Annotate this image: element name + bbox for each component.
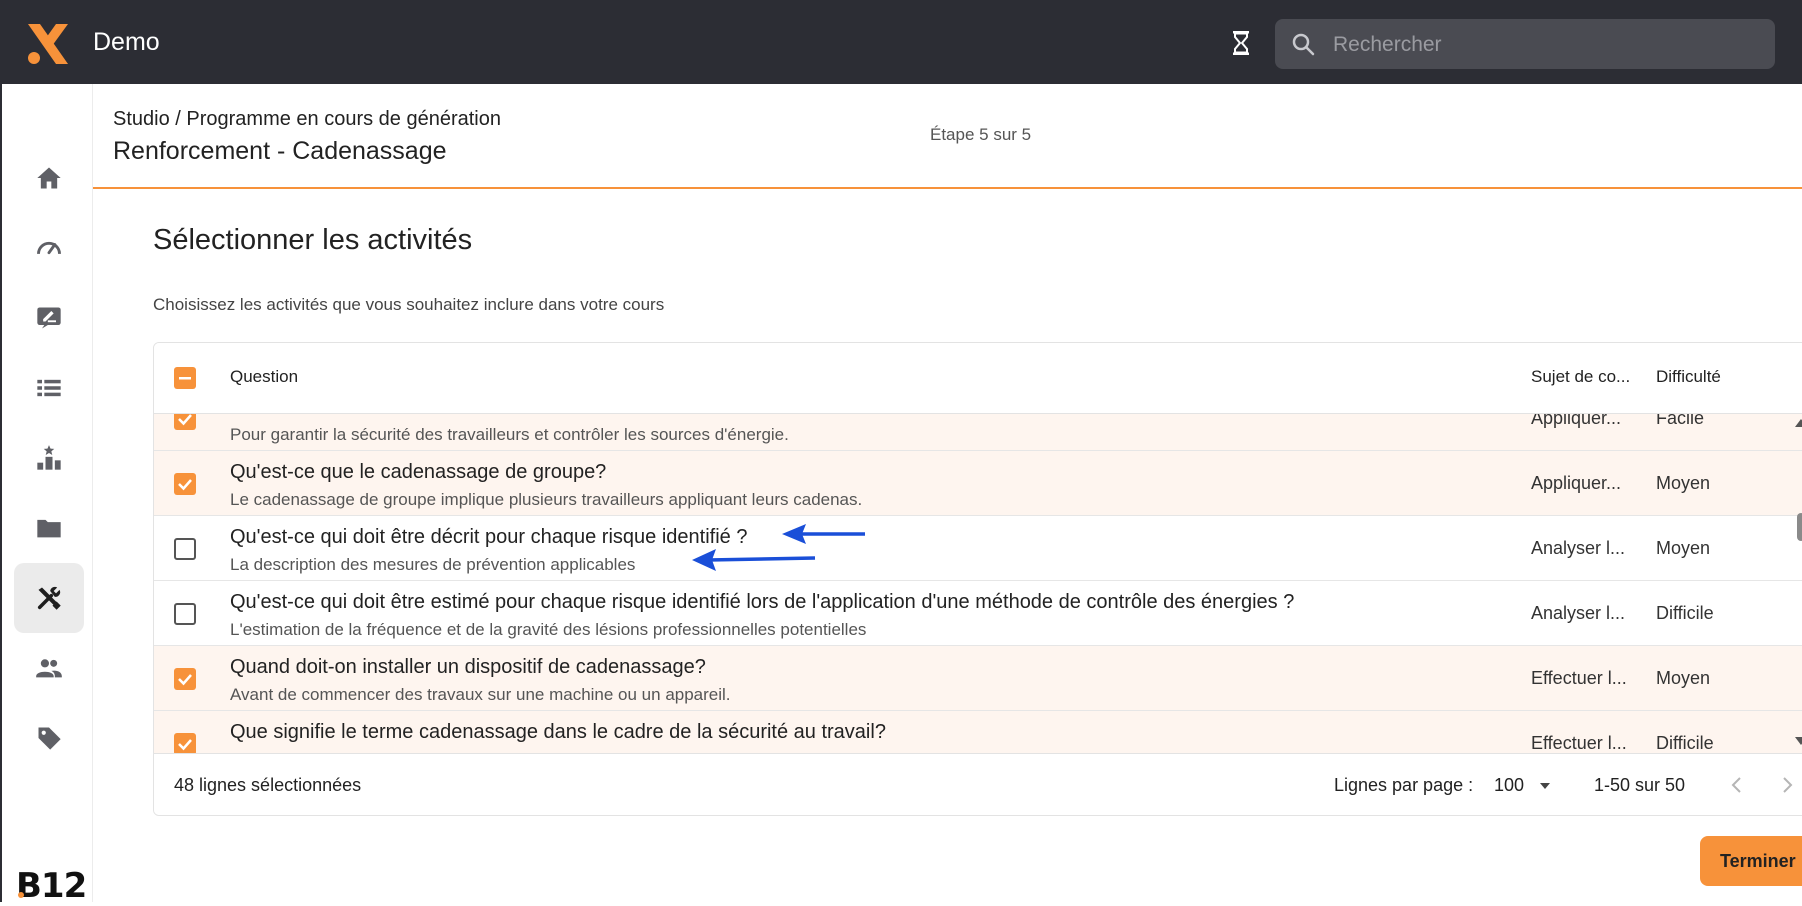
header-divider xyxy=(93,187,1802,189)
row-checkbox[interactable] xyxy=(174,538,196,560)
question-title: Quand doit-on installer un dispositif de… xyxy=(230,656,706,678)
breadcrumb[interactable]: Studio / Programme en cours de génératio… xyxy=(113,108,501,131)
question-difficulty: Moyen xyxy=(1656,473,1711,493)
question-answer: La description des mesures de prévention… xyxy=(230,555,636,574)
sidebar-item-tools[interactable] xyxy=(14,563,84,633)
question-subject: Effectuer l... xyxy=(1531,733,1627,753)
sidebar-item-home[interactable] xyxy=(14,143,84,213)
leaderboard-icon xyxy=(37,445,61,470)
previous-page-icon[interactable] xyxy=(1724,772,1750,798)
table-row[interactable]: Quand doit-on installer un dispositif de… xyxy=(154,646,1802,711)
question-difficulty: Difficile xyxy=(1656,733,1714,753)
edit-note-icon xyxy=(37,307,61,329)
app-logo[interactable] xyxy=(24,20,72,68)
next-page-icon[interactable] xyxy=(1774,772,1800,798)
table-row[interactable]: Qu'est-ce qui doit être décrit pour chaq… xyxy=(154,516,1802,581)
sidebar-item-edit[interactable] xyxy=(14,283,84,353)
pagination-range: 1-50 sur 50 xyxy=(1594,775,1686,795)
brand-logo: B12 xyxy=(16,866,87,906)
sidebar-item-folder[interactable] xyxy=(14,493,84,563)
table-scrollbar[interactable] xyxy=(1794,413,1802,753)
row-checkbox[interactable] xyxy=(174,413,196,430)
question-subject: Analyser l... xyxy=(1531,603,1626,623)
selected-count: 48 lignes sélectionnées xyxy=(174,775,362,795)
people-icon xyxy=(36,659,62,678)
page-title: Renforcement - Cadenassage xyxy=(113,137,447,165)
sidebar-item-people[interactable] xyxy=(14,633,84,703)
table-row[interactable]: Pour garantir la sécurité des travailleu… xyxy=(154,413,1802,451)
home-icon xyxy=(37,167,61,189)
select-all-checkbox[interactable] xyxy=(174,367,196,389)
row-checkbox[interactable] xyxy=(174,473,196,495)
dashboard-gauge-icon xyxy=(37,241,61,255)
caret-down-icon xyxy=(1540,783,1550,789)
row-checkbox[interactable] xyxy=(174,733,196,753)
search-input[interactable] xyxy=(1331,19,1765,71)
scroll-up-icon[interactable] xyxy=(1795,419,1802,427)
finish-button[interactable]: Terminer xyxy=(1700,836,1802,886)
scroll-down-icon[interactable] xyxy=(1795,737,1802,745)
sidebar-item-tags[interactable] xyxy=(14,703,84,773)
question-difficulty: Facile xyxy=(1656,413,1705,428)
question-answer: L'estimation de la fréquence et de la gr… xyxy=(230,620,867,639)
check-icon xyxy=(178,414,192,426)
question-subject: Analyser l... xyxy=(1531,538,1626,558)
question-answer: Pour garantir la sécurité des travailleu… xyxy=(230,425,789,444)
question-subject: Effectuer l... xyxy=(1531,668,1627,688)
sidebar xyxy=(0,84,93,902)
row-checkbox[interactable] xyxy=(174,668,196,690)
rows-per-page-select[interactable]: 100 xyxy=(1494,768,1564,802)
section-title: Sélectionner les activités xyxy=(153,224,473,256)
column-header-difficulty[interactable]: Difficulté xyxy=(1656,367,1721,387)
annotation-arrow-icon xyxy=(692,549,816,571)
column-header-subject[interactable]: Sujet de co... xyxy=(1531,367,1630,387)
question-subject: Appliquer... xyxy=(1531,473,1622,493)
search-box xyxy=(1275,19,1775,71)
folder-icon xyxy=(37,519,61,538)
check-icon xyxy=(178,479,192,491)
indeterminate-icon xyxy=(179,377,191,380)
question-answer: Avant de commencer des travaux sur une m… xyxy=(230,685,731,704)
question-title: Que signifie le terme cadenassage dans l… xyxy=(230,721,886,743)
question-title: Qu'est-ce qui doit être estimé pour chaq… xyxy=(230,591,1295,613)
section-description: Choisissez les activités que vous souhai… xyxy=(153,295,665,314)
question-subject: Appliquer... xyxy=(1531,413,1622,428)
check-icon xyxy=(178,674,192,686)
brand-dot xyxy=(18,892,24,898)
table-footer: 48 lignes sélectionnées Lignes par page … xyxy=(154,753,1802,815)
sidebar-item-leaderboard[interactable] xyxy=(14,423,84,493)
question-difficulty: Moyen xyxy=(1656,538,1711,558)
sidebar-item-dashboard[interactable] xyxy=(14,213,84,283)
top-bar: Demo xyxy=(0,0,1802,84)
tag-icon xyxy=(38,727,61,750)
step-indicator: Étape 5 sur 5 xyxy=(930,125,1032,144)
scrollbar-thumb[interactable] xyxy=(1797,513,1802,541)
question-answer: Le cadenassage de groupe implique plusie… xyxy=(230,490,863,509)
question-title: Qu'est-ce que le cadenassage de groupe? xyxy=(230,461,607,483)
table-row[interactable]: Que signifie le terme cadenassage dans l… xyxy=(154,711,1802,753)
list-icon xyxy=(37,379,61,397)
table-header: Question Sujet de co... Difficulté xyxy=(154,343,1802,414)
check-icon xyxy=(178,739,192,751)
column-header-question[interactable]: Question xyxy=(230,367,298,387)
activities-table: Question Sujet de co... Difficulté Pour … xyxy=(153,342,1802,816)
hourglass-icon[interactable] xyxy=(1230,30,1252,56)
table-row[interactable]: Qu'est-ce que le cadenassage de groupe? … xyxy=(154,451,1802,516)
question-title: Qu'est-ce qui doit être décrit pour chaq… xyxy=(230,526,748,548)
search-icon[interactable] xyxy=(1291,32,1315,56)
row-checkbox[interactable] xyxy=(174,603,196,625)
sidebar-item-list[interactable] xyxy=(14,353,84,423)
question-difficulty: Moyen xyxy=(1656,668,1711,688)
rows-per-page-value: 100 xyxy=(1494,775,1525,795)
app-title: Demo xyxy=(93,28,160,56)
rows-per-page-label: Lignes par page : xyxy=(1334,775,1474,795)
tools-icon xyxy=(37,586,61,610)
table-row[interactable]: Qu'est-ce qui doit être estimé pour chaq… xyxy=(154,581,1802,646)
question-difficulty: Difficile xyxy=(1656,603,1714,623)
table-body: Pour garantir la sécurité des travailleu… xyxy=(154,413,1802,753)
